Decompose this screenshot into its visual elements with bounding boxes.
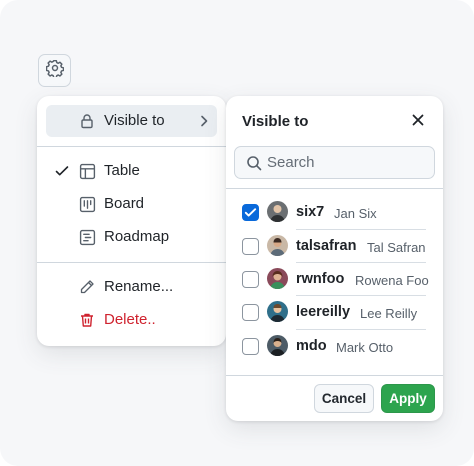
user-checkbox[interactable]	[242, 271, 259, 288]
menu-item-label: Board	[104, 195, 145, 212]
pencil-icon	[79, 279, 95, 299]
chevron-right-icon	[198, 114, 210, 132]
table-icon	[79, 163, 96, 184]
menu-item-table[interactable]: Table	[46, 155, 217, 187]
lock-icon	[79, 113, 95, 133]
avatar	[267, 201, 288, 222]
username: mdo	[296, 338, 327, 354]
avatar	[267, 301, 288, 322]
user-row-six7[interactable]: six7 Jan Six	[226, 196, 443, 229]
username: rwnfoo	[296, 271, 345, 287]
username: talsafran	[296, 238, 357, 254]
menu-item-label: Table	[104, 162, 140, 179]
menu-item-roadmap[interactable]: Roadmap	[46, 221, 217, 253]
user-checkbox[interactable]	[242, 238, 259, 255]
menu-divider	[37, 146, 226, 147]
gear-icon	[45, 59, 64, 82]
full-name: Tal Safran	[367, 240, 426, 255]
panel-title: Visible to	[242, 113, 309, 130]
panel-divider	[226, 188, 443, 189]
panel-divider	[226, 375, 443, 376]
menu-item-visible-to[interactable]: Visible to	[46, 105, 217, 137]
search-field	[234, 146, 435, 179]
menu-item-delete[interactable]: Delete..	[46, 304, 217, 336]
apply-button[interactable]: Apply	[381, 384, 435, 413]
search-icon	[246, 155, 262, 176]
menu-item-rename[interactable]: Rename...	[46, 271, 217, 303]
project-menu: Visible to Table Board Roadmap Rename...…	[37, 96, 226, 346]
username: leereilly	[296, 304, 351, 320]
avatar	[267, 268, 288, 289]
check-icon	[54, 163, 70, 183]
settings-button[interactable]	[38, 54, 71, 87]
menu-item-board[interactable]: Board	[46, 188, 217, 220]
trash-icon	[79, 312, 95, 332]
menu-item-label: Visible to	[104, 112, 165, 129]
cancel-button[interactable]: Cancel	[314, 384, 374, 413]
canvas-background: Visible to Table Board Roadmap Rename...…	[0, 0, 474, 466]
menu-item-label: Delete..	[104, 311, 156, 328]
full-name: Rowena Foo	[355, 273, 429, 288]
user-row-mdo[interactable]: mdo Mark Otto	[226, 330, 443, 363]
menu-item-label: Rename...	[104, 278, 174, 295]
menu-divider	[37, 262, 226, 263]
search-input[interactable]	[267, 147, 427, 178]
full-name: Jan Six	[334, 206, 377, 221]
user-checkbox[interactable]	[242, 304, 259, 321]
menu-item-label: Roadmap	[104, 228, 170, 245]
board-icon	[79, 196, 96, 217]
avatar	[267, 235, 288, 256]
user-checkbox[interactable]	[242, 338, 259, 355]
user-checkbox[interactable]	[242, 204, 259, 221]
user-row-rwnfoo[interactable]: rwnfoo Rowena Foo	[226, 263, 443, 296]
full-name: Mark Otto	[336, 340, 394, 355]
user-row-talsafran[interactable]: talsafran Tal Safran	[226, 230, 443, 263]
roadmap-icon	[79, 229, 96, 250]
full-name: Lee Reilly	[360, 306, 418, 321]
close-icon	[411, 113, 425, 132]
user-row-leereilly[interactable]: leereilly Lee Reilly	[226, 296, 443, 329]
close-button[interactable]	[408, 112, 428, 132]
visible-to-panel: Visible to Search six7 Jan Six talsafran…	[226, 96, 443, 421]
username: six7	[296, 204, 325, 220]
avatar	[267, 335, 288, 356]
